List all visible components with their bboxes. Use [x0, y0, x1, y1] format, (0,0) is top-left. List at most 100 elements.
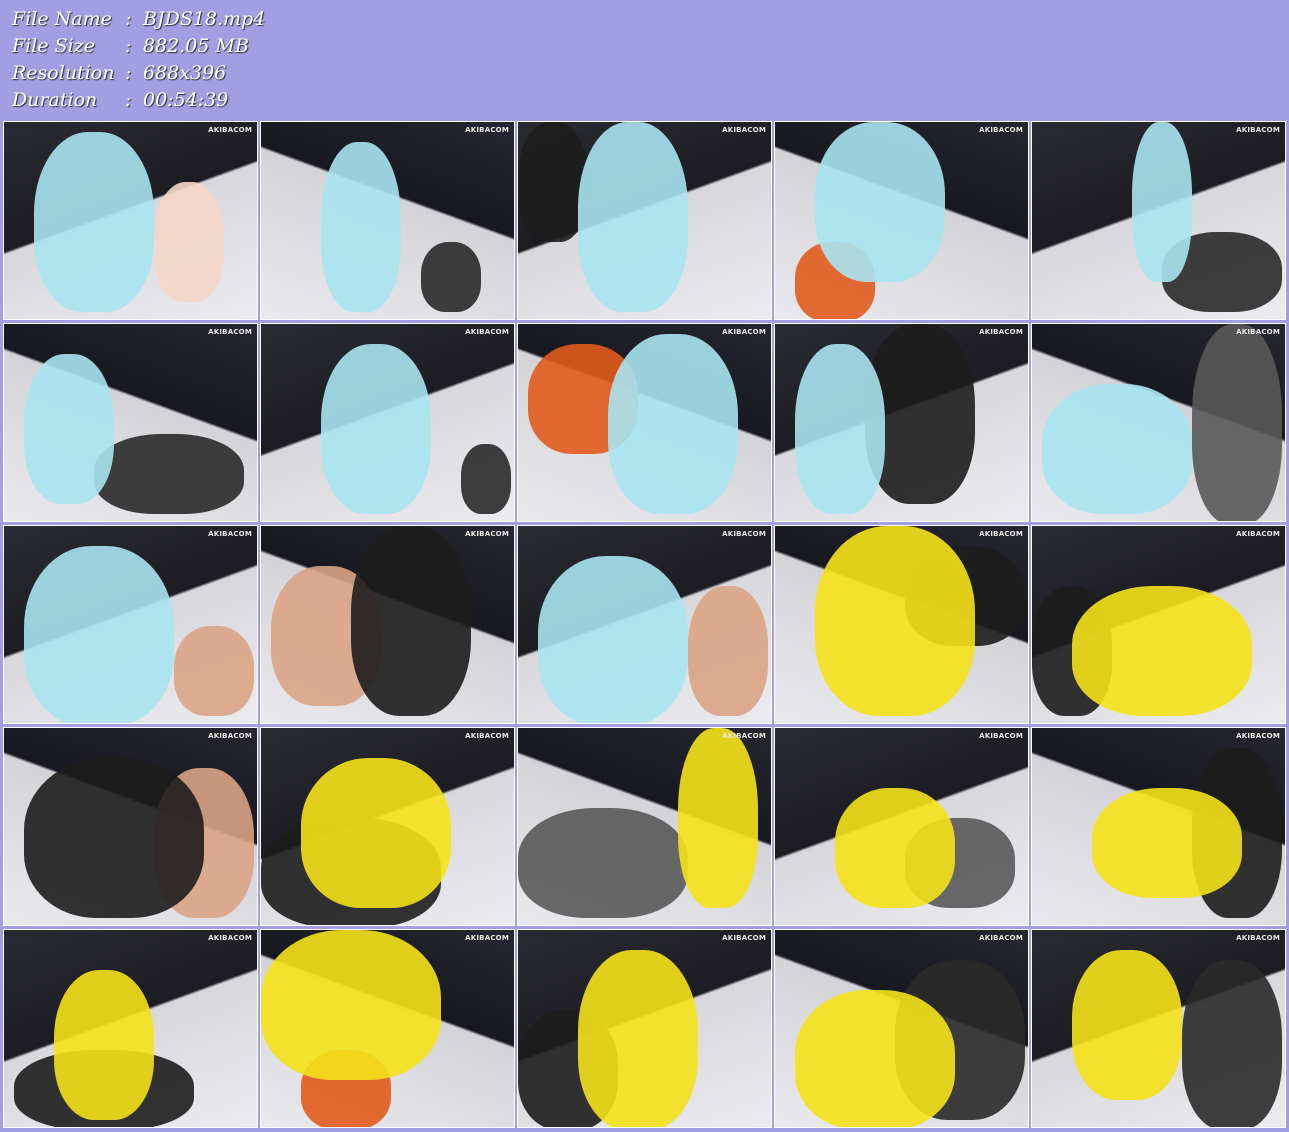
- video-thumbnail: AKIBACOM: [517, 929, 772, 1128]
- watermark-logo: AKIBACOM: [979, 530, 1023, 538]
- wrestler-figure: [578, 122, 688, 312]
- wrestler-figure: [678, 728, 758, 908]
- video-thumbnail: AKIBACOM: [1031, 525, 1286, 724]
- watermark-logo: AKIBACOM: [1236, 934, 1280, 942]
- watermark-logo: AKIBACOM: [465, 530, 509, 538]
- resolution-row: Resolution : 688x396: [12, 60, 265, 87]
- video-thumbnail: AKIBACOM: [260, 323, 515, 522]
- watermark-logo: AKIBACOM: [208, 126, 252, 134]
- wrestler-figure: [815, 526, 975, 716]
- wrestler-figure: [795, 344, 885, 514]
- wrestler-figure: [54, 970, 154, 1120]
- video-thumbnail: AKIBACOM: [774, 121, 1029, 320]
- video-thumbnail: AKIBACOM: [3, 929, 258, 1128]
- thumbnail-grid: AKIBACOM AKIBACOM AKIBACOM AKIBACOM AKIBACOM…: [3, 121, 1286, 1128]
- video-thumbnail: AKIBACOM: [260, 525, 515, 724]
- watermark-logo: AKIBACOM: [208, 732, 252, 740]
- file-name-row: File Name : BJDS18.mp4: [12, 6, 265, 33]
- video-thumbnail: AKIBACOM: [260, 727, 515, 926]
- video-thumbnail: AKIBACOM: [774, 323, 1029, 522]
- watermark-logo: AKIBACOM: [979, 328, 1023, 336]
- video-thumbnail: AKIBACOM: [517, 323, 772, 522]
- wrestler-figure: [1072, 950, 1182, 1100]
- separator: :: [125, 8, 132, 30]
- watermark-logo: AKIBACOM: [722, 126, 766, 134]
- wrestler-figure: [461, 444, 511, 514]
- watermark-logo: AKIBACOM: [208, 934, 252, 942]
- wrestler-figure: [154, 182, 224, 302]
- file-name-label: File Name: [12, 8, 112, 30]
- video-thumbnail: AKIBACOM: [3, 121, 258, 320]
- separator: :: [125, 89, 132, 111]
- wrestler-figure: [815, 122, 945, 282]
- watermark-logo: AKIBACOM: [722, 328, 766, 336]
- resolution-value: 688x396: [143, 62, 227, 84]
- separator: :: [125, 35, 132, 57]
- wrestler-figure: [688, 586, 768, 716]
- file-name-value: BJDS18.mp4: [143, 8, 266, 30]
- wrestler-figure: [421, 242, 481, 312]
- video-thumbnail: AKIBACOM: [517, 525, 772, 724]
- wrestler-figure: [538, 556, 688, 723]
- watermark-logo: AKIBACOM: [1236, 530, 1280, 538]
- video-thumbnail: AKIBACOM: [774, 525, 1029, 724]
- video-thumbnail: AKIBACOM: [517, 727, 772, 926]
- watermark-logo: AKIBACOM: [208, 530, 252, 538]
- video-thumbnail: AKIBACOM: [1031, 727, 1286, 926]
- duration-label: Duration: [12, 89, 98, 111]
- watermark-logo: AKIBACOM: [722, 530, 766, 538]
- video-thumbnail: AKIBACOM: [774, 929, 1029, 1128]
- file-info-header: File Name : BJDS18.mp4 File Size : 882.0…: [12, 6, 265, 114]
- wrestler-figure: [1072, 586, 1252, 716]
- wrestler-figure: [321, 142, 401, 312]
- wrestler-figure: [174, 626, 254, 716]
- watermark-logo: AKIBACOM: [1236, 328, 1280, 336]
- wrestler-figure: [518, 808, 688, 918]
- duration-row: Duration : 00:54:39: [12, 87, 265, 114]
- watermark-logo: AKIBACOM: [1236, 126, 1280, 134]
- video-thumbnail: AKIBACOM: [260, 929, 515, 1128]
- watermark-logo: AKIBACOM: [979, 934, 1023, 942]
- file-size-row: File Size : 882.05 MB: [12, 33, 265, 60]
- wrestler-figure: [1042, 384, 1192, 514]
- wrestler-figure: [94, 434, 244, 514]
- watermark-logo: AKIBACOM: [465, 934, 509, 942]
- wrestler-figure: [34, 132, 154, 312]
- wrestler-figure: [301, 758, 451, 908]
- watermark-logo: AKIBACOM: [722, 934, 766, 942]
- video-thumbnail: AKIBACOM: [774, 727, 1029, 926]
- watermark-logo: AKIBACOM: [979, 732, 1023, 740]
- watermark-logo: AKIBACOM: [722, 732, 766, 740]
- wrestler-figure: [24, 758, 204, 918]
- file-size-value: 882.05 MB: [143, 35, 249, 57]
- watermark-logo: AKIBACOM: [1236, 732, 1280, 740]
- watermark-logo: AKIBACOM: [465, 732, 509, 740]
- duration-value: 00:54:39: [143, 89, 229, 111]
- video-thumbnail: AKIBACOM: [517, 121, 772, 320]
- video-thumbnail: AKIBACOM: [3, 727, 258, 926]
- wrestler-figure: [1182, 960, 1282, 1127]
- watermark-logo: AKIBACOM: [465, 126, 509, 134]
- wrestler-figure: [608, 334, 738, 514]
- separator: :: [125, 62, 132, 84]
- wrestler-figure: [1132, 122, 1192, 282]
- watermark-logo: AKIBACOM: [208, 328, 252, 336]
- video-thumbnail: AKIBACOM: [3, 525, 258, 724]
- video-thumbnail: AKIBACOM: [260, 121, 515, 320]
- wrestler-figure: [24, 546, 174, 723]
- resolution-label: Resolution: [12, 62, 115, 84]
- watermark-logo: AKIBACOM: [465, 328, 509, 336]
- video-thumbnail: AKIBACOM: [1031, 929, 1286, 1128]
- wrestler-figure: [835, 788, 955, 908]
- wrestler-figure: [1192, 324, 1282, 521]
- video-thumbnail: AKIBACOM: [1031, 121, 1286, 320]
- wrestler-figure: [321, 344, 431, 514]
- wrestler-figure: [578, 950, 698, 1127]
- wrestler-figure: [261, 930, 441, 1080]
- wrestler-figure: [795, 990, 955, 1127]
- wrestler-figure: [24, 354, 114, 504]
- watermark-logo: AKIBACOM: [979, 126, 1023, 134]
- wrestler-figure: [1092, 788, 1242, 898]
- wrestler-figure: [351, 526, 471, 716]
- file-size-label: File Size: [12, 35, 95, 57]
